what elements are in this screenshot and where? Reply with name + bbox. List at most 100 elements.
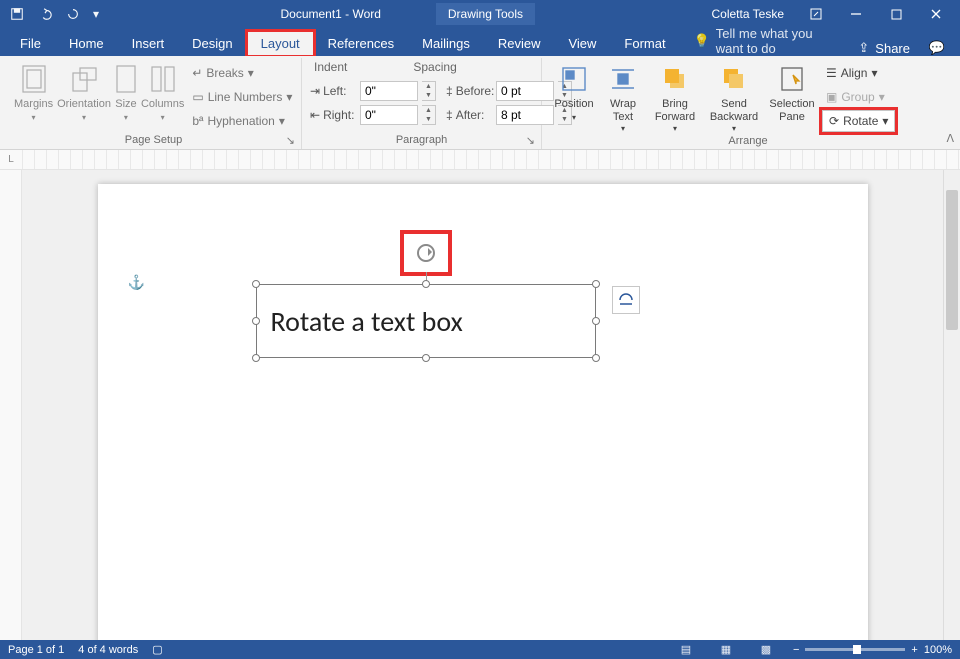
- selection-pane-label: Selection Pane: [769, 98, 814, 124]
- indent-right-label: ⇤Right:: [310, 108, 356, 122]
- lightbulb-icon: 💡: [694, 33, 710, 49]
- layout-options-button[interactable]: [612, 286, 640, 314]
- align-button[interactable]: ☰Align ▾: [822, 62, 895, 84]
- resize-handle-br[interactable]: [592, 354, 600, 362]
- tell-me-search[interactable]: 💡 Tell me what you want to do: [680, 26, 849, 56]
- minimize-icon[interactable]: [836, 0, 876, 28]
- qat-customize-icon[interactable]: ▾: [88, 3, 104, 25]
- redo-icon[interactable]: [60, 3, 86, 25]
- word-count-status[interactable]: 4 of 4 words: [78, 644, 138, 656]
- web-layout-view-icon[interactable]: ▩: [753, 643, 779, 656]
- zoom-slider-track[interactable]: [805, 648, 905, 651]
- ruler-corner: L: [0, 150, 22, 169]
- scrollbar-thumb[interactable]: [946, 190, 958, 330]
- page-setup-group-label: Page Setup: [125, 134, 183, 146]
- spacing-before-label: ‡Before:: [446, 84, 492, 98]
- indent-header: Indent: [314, 60, 347, 74]
- contextual-tool-label: Drawing Tools: [436, 3, 535, 25]
- position-icon: [560, 62, 588, 96]
- line-numbers-button[interactable]: ▭Line Numbers ▾: [188, 86, 296, 108]
- resize-handle-tr[interactable]: [592, 280, 600, 288]
- paragraph-group-label: Paragraph: [396, 134, 447, 146]
- undo-icon[interactable]: [32, 3, 58, 25]
- group-objects-label: Group: [841, 90, 874, 104]
- line-numbers-icon: ▭: [192, 90, 203, 104]
- tab-home[interactable]: Home: [55, 31, 118, 56]
- tab-review[interactable]: Review: [484, 31, 555, 56]
- rotate-label: Rotate: [843, 114, 878, 128]
- bring-forward-label: Bring Forward: [655, 98, 695, 124]
- indent-right-input[interactable]: [360, 105, 418, 125]
- resize-handle-bl[interactable]: [252, 354, 260, 362]
- tab-view[interactable]: View: [554, 31, 610, 56]
- indent-left-spinner[interactable]: ▲▼: [422, 81, 436, 101]
- size-label: Size: [115, 98, 136, 110]
- zoom-in-button[interactable]: +: [911, 644, 917, 656]
- page-setup-dialog-launcher[interactable]: ↘: [286, 134, 295, 147]
- paragraph-dialog-launcher[interactable]: ↘: [526, 134, 535, 147]
- resize-handle-tl[interactable]: [252, 280, 260, 288]
- close-icon[interactable]: [916, 0, 956, 28]
- indent-left-input[interactable]: [360, 81, 418, 101]
- tab-file[interactable]: File: [6, 31, 55, 56]
- group-button[interactable]: ▣Group ▾: [822, 86, 895, 108]
- tab-format[interactable]: Format: [610, 31, 679, 56]
- selection-pane-icon: [779, 62, 805, 96]
- resize-handle-t[interactable]: [422, 280, 430, 288]
- bring-forward-icon: [661, 62, 689, 96]
- page-number-status[interactable]: Page 1 of 1: [8, 644, 64, 656]
- send-backward-label: Send Backward: [710, 98, 758, 124]
- margins-label: Margins: [14, 98, 53, 110]
- columns-button[interactable]: Columns▾: [141, 60, 184, 132]
- hyphenation-button[interactable]: bªHyphenation ▾: [188, 110, 296, 132]
- zoom-percentage[interactable]: 100%: [924, 644, 952, 656]
- document-title: Document1 - Word: [280, 7, 380, 21]
- collapse-ribbon-icon[interactable]: ᐱ: [946, 132, 954, 145]
- save-icon[interactable]: [4, 3, 30, 25]
- resize-handle-l[interactable]: [252, 317, 260, 325]
- size-button[interactable]: Size▾: [115, 60, 137, 132]
- position-label: Position: [554, 98, 593, 110]
- rotate-icon: ⟳: [829, 114, 839, 128]
- orientation-button[interactable]: Orientation▾: [57, 60, 111, 132]
- zoom-out-button[interactable]: −: [793, 644, 799, 656]
- orientation-icon: [70, 62, 98, 96]
- indent-right-spinner[interactable]: ▲▼: [422, 105, 436, 125]
- resize-handle-b[interactable]: [422, 354, 430, 362]
- wrap-text-button[interactable]: Wrap Text▾: [602, 60, 644, 133]
- text-box-content[interactable]: Rotate a text box: [256, 284, 596, 358]
- margins-icon: [21, 62, 47, 96]
- selection-pane-button[interactable]: Selection Pane: [766, 60, 818, 133]
- share-button[interactable]: ⇪ Share: [848, 40, 920, 56]
- text-box-object[interactable]: Rotate a text box: [256, 284, 596, 358]
- tab-insert[interactable]: Insert: [118, 31, 179, 56]
- horizontal-ruler[interactable]: [22, 150, 960, 169]
- ribbon-display-options-icon[interactable]: [796, 0, 836, 28]
- margins-button[interactable]: Margins▾: [14, 60, 53, 132]
- bring-forward-button[interactable]: Bring Forward▾: [648, 60, 702, 133]
- rotate-handle[interactable]: [417, 244, 435, 262]
- vertical-scrollbar[interactable]: [943, 170, 960, 640]
- feedback-icon[interactable]: 💬: [920, 40, 954, 56]
- columns-label: Columns: [141, 98, 184, 110]
- document-canvas[interactable]: ⚓ Rotate a text box: [22, 170, 943, 640]
- spellcheck-status-icon[interactable]: ▢: [152, 643, 162, 656]
- read-mode-view-icon[interactable]: ▤: [673, 643, 699, 656]
- breaks-button[interactable]: ↵Breaks ▾: [188, 62, 296, 84]
- resize-handle-r[interactable]: [592, 317, 600, 325]
- maximize-icon[interactable]: [876, 0, 916, 28]
- page[interactable]: ⚓ Rotate a text box: [98, 184, 868, 640]
- tab-design[interactable]: Design: [178, 31, 246, 56]
- send-backward-button[interactable]: Send Backward▾: [706, 60, 762, 133]
- indent-left-label: ⇥Left:: [310, 84, 356, 98]
- zoom-slider-thumb[interactable]: [853, 645, 861, 654]
- tab-layout[interactable]: Layout: [247, 31, 314, 56]
- share-label: Share: [875, 41, 910, 56]
- vertical-ruler[interactable]: [0, 170, 22, 640]
- tab-references[interactable]: References: [314, 31, 408, 56]
- align-label: Align: [841, 66, 868, 80]
- rotate-button[interactable]: ⟳Rotate ▾: [822, 110, 895, 132]
- print-layout-view-icon[interactable]: ▦: [713, 643, 739, 656]
- tab-mailings[interactable]: Mailings: [408, 31, 484, 56]
- position-button[interactable]: Position▾: [550, 60, 598, 133]
